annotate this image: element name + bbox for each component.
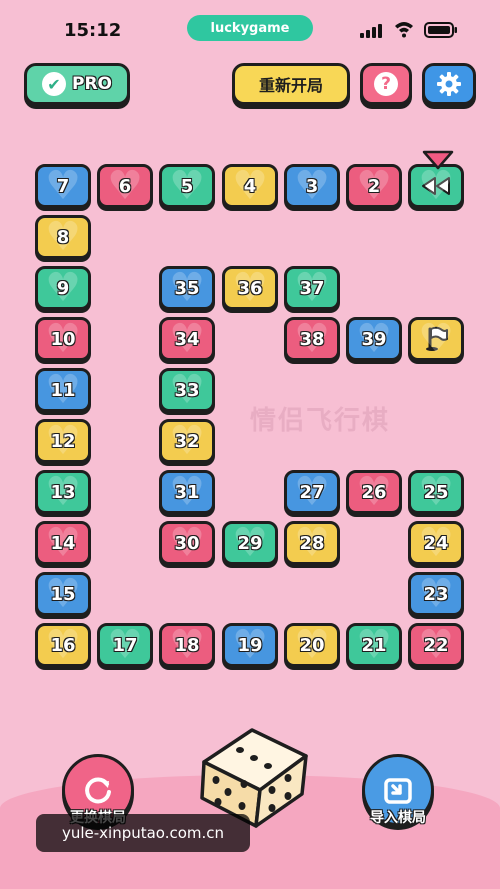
- board-tile[interactable]: 12: [35, 419, 91, 463]
- start-tile[interactable]: [408, 164, 464, 208]
- start-marker-icon: [422, 150, 454, 170]
- board-tile[interactable]: 9: [35, 266, 91, 310]
- board-tile[interactable]: 16: [35, 623, 91, 667]
- battery-icon: [424, 22, 457, 38]
- board-tile[interactable]: 6: [97, 164, 153, 208]
- gear-icon: [437, 72, 461, 96]
- board-tile[interactable]: 2: [346, 164, 402, 208]
- board-tile[interactable]: 30: [159, 521, 215, 565]
- board-tile[interactable]: 13: [35, 470, 91, 514]
- board-tile[interactable]: 7: [35, 164, 91, 208]
- import-icon: [384, 778, 412, 804]
- board-tile[interactable]: 38: [284, 317, 340, 361]
- board-tile[interactable]: 20: [284, 623, 340, 667]
- board-tile[interactable]: 27: [284, 470, 340, 514]
- board-tile[interactable]: 22: [408, 623, 464, 667]
- board-tile[interactable]: 4: [222, 164, 278, 208]
- board-tile[interactable]: 36: [222, 266, 278, 310]
- app-pill: luckygame: [187, 15, 313, 41]
- board-tile[interactable]: 26: [346, 470, 402, 514]
- pro-button[interactable]: ✔ PRO: [24, 63, 130, 105]
- board-tile[interactable]: 33: [159, 368, 215, 412]
- refresh-icon: [85, 777, 111, 804]
- board-tile[interactable]: 19: [222, 623, 278, 667]
- help-icon: ?: [374, 72, 398, 96]
- board-tile[interactable]: 3: [284, 164, 340, 208]
- status-bar: 15:12 luckygame: [0, 0, 500, 60]
- url-overlay: yule-xinputao.com.cn: [36, 814, 250, 852]
- board-tile[interactable]: 32: [159, 419, 215, 463]
- board-tile[interactable]: 24: [408, 521, 464, 565]
- board-tile[interactable]: 5: [159, 164, 215, 208]
- board-tile[interactable]: 8: [35, 215, 91, 259]
- board-tile[interactable]: 37: [284, 266, 340, 310]
- vip-badge-icon: ✔: [41, 72, 66, 96]
- board-tile[interactable]: 34: [159, 317, 215, 361]
- board-tile[interactable]: 29: [222, 521, 278, 565]
- board-tile[interactable]: 31: [159, 470, 215, 514]
- cellular-signal-icon: [360, 24, 386, 38]
- board-tile[interactable]: 15: [35, 572, 91, 616]
- status-time: 15:12: [64, 20, 122, 41]
- finish-tile[interactable]: [408, 317, 464, 361]
- board-tile[interactable]: 35: [159, 266, 215, 310]
- restart-button[interactable]: 重新开局: [232, 63, 350, 105]
- board-tile[interactable]: 25: [408, 470, 464, 514]
- settings-button[interactable]: [422, 63, 476, 105]
- board-tile[interactable]: 10: [35, 317, 91, 361]
- help-button[interactable]: ?: [360, 63, 412, 105]
- board-tile[interactable]: 21: [346, 623, 402, 667]
- wifi-icon: [395, 22, 413, 38]
- pro-label: PRO: [71, 74, 112, 94]
- import-board-label: 导入棋局: [370, 810, 426, 826]
- board-tile[interactable]: 39: [346, 317, 402, 361]
- finish-flag-icon: [426, 326, 448, 351]
- board-tile[interactable]: 17: [97, 623, 153, 667]
- board-tile[interactable]: 18: [159, 623, 215, 667]
- board-tile[interactable]: 23: [408, 572, 464, 616]
- board-tile[interactable]: 11: [35, 368, 91, 412]
- board-tile[interactable]: 14: [35, 521, 91, 565]
- rewind-start-icon: [422, 177, 450, 195]
- board-tile[interactable]: 28: [284, 521, 340, 565]
- board-watermark: 情侣飞行棋: [250, 406, 391, 436]
